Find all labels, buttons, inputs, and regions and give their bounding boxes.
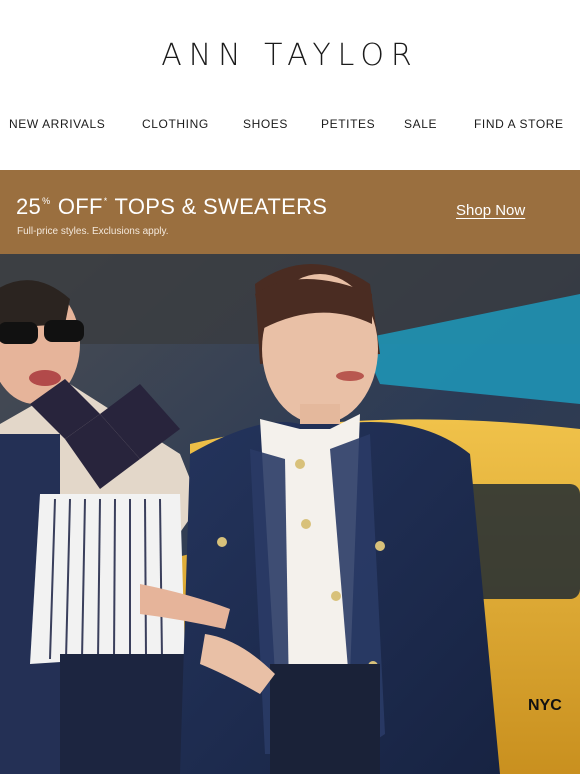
- promo-asterisk: *: [103, 196, 108, 206]
- nav-clothing[interactable]: CLOTHING: [142, 117, 209, 131]
- promo-percent: 25: [16, 194, 42, 219]
- nav-shoes[interactable]: SHOES: [243, 117, 288, 131]
- hero-image[interactable]: NYC: [0, 254, 580, 774]
- promo-disclaimer: Full-price styles. Exclusions apply.: [17, 226, 169, 237]
- promo-percent-sign: %: [42, 196, 51, 206]
- hero-photo: NYC: [0, 254, 580, 774]
- brand-logo[interactable]: ANN TAYLOR: [0, 38, 580, 73]
- promo-category: TOPS & SWEATERS: [114, 194, 328, 219]
- promo-headline: 25% OFF* TOPS & SWEATERS: [16, 194, 327, 220]
- nav-sale[interactable]: SALE: [404, 117, 437, 131]
- nav-petites[interactable]: PETITES: [321, 117, 375, 131]
- sunglasses-left: [0, 322, 38, 344]
- promo-off: OFF: [57, 194, 103, 219]
- dark-skirt: [270, 664, 380, 774]
- taxi-plate: NYC: [528, 697, 562, 714]
- nav-new-arrivals[interactable]: NEW ARRIVALS: [9, 117, 105, 131]
- main-nav: NEW ARRIVALS CLOTHING SHOES PETITES SALE…: [0, 117, 580, 133]
- shop-now-link[interactable]: Shop Now: [456, 202, 525, 219]
- email-header: ANN TAYLOR NEW ARRIVALS CLOTHING SHOES P…: [0, 0, 580, 170]
- nav-find-a-store[interactable]: FIND A STORE: [474, 117, 564, 131]
